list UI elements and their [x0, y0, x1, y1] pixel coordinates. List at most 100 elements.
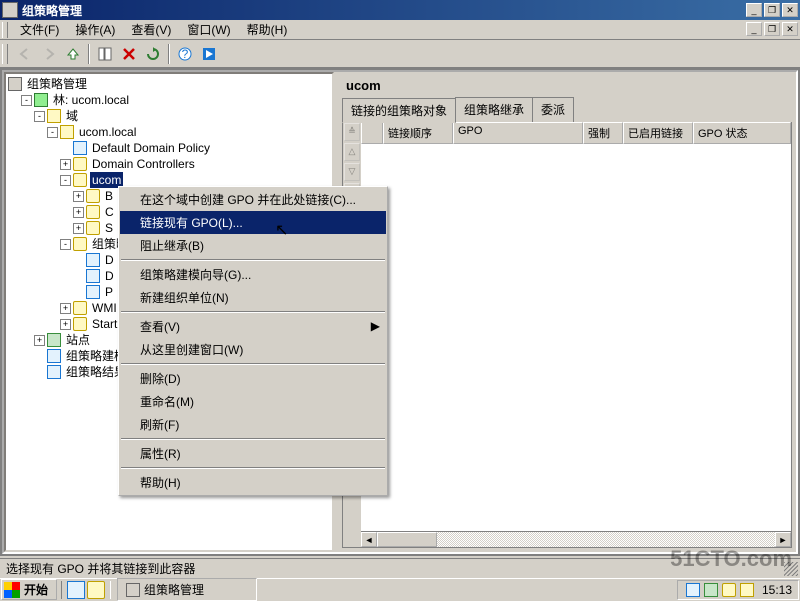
- back-button[interactable]: [14, 43, 36, 65]
- scroll-track[interactable]: [377, 532, 775, 547]
- menu-help[interactable]: 帮助(H): [239, 19, 296, 40]
- start-button[interactable]: 开始: [1, 579, 57, 600]
- tray-network-icon[interactable]: [704, 583, 718, 597]
- menu-separator: [121, 363, 385, 365]
- maximize-button[interactable]: ❐: [764, 3, 780, 17]
- task-gpmc[interactable]: 组策略管理: [117, 578, 257, 601]
- expand-icon[interactable]: +: [73, 191, 84, 202]
- minimize-button[interactable]: _: [746, 3, 762, 17]
- tree-d1[interactable]: D: [103, 252, 116, 268]
- tree-s[interactable]: S: [103, 220, 115, 236]
- tree-c[interactable]: C: [103, 204, 116, 220]
- mmc-icon: [8, 77, 22, 91]
- tray-ime-icon[interactable]: [740, 583, 754, 597]
- show-hide-button[interactable]: [94, 43, 116, 65]
- menu-window[interactable]: 窗口(W): [179, 19, 238, 40]
- scroll-left-button[interactable]: ◄: [361, 532, 377, 547]
- ql-ie-icon[interactable]: [67, 581, 85, 599]
- tree-p[interactable]: P: [103, 284, 115, 300]
- mdi-close-button[interactable]: ✕: [782, 22, 798, 36]
- toolbar: ?: [0, 40, 800, 68]
- col-order[interactable]: 链接顺序: [383, 122, 453, 144]
- col-enabled[interactable]: 已启用链接: [623, 122, 693, 144]
- expand-icon[interactable]: +: [73, 207, 84, 218]
- move-up-button[interactable]: △: [344, 143, 360, 161]
- tree-dc[interactable]: Domain Controllers: [90, 156, 197, 172]
- scroll-right-button[interactable]: ►: [775, 532, 791, 547]
- tree-forest[interactable]: 林: ucom.local: [51, 92, 131, 108]
- toolbar-handle[interactable]: [2, 44, 8, 64]
- expand-icon[interactable]: +: [60, 319, 71, 330]
- ctx-link-gpo[interactable]: 链接现有 GPO(L)...: [120, 211, 386, 234]
- tree-domain[interactable]: ucom.local: [77, 124, 138, 140]
- tree-domains[interactable]: 域: [64, 108, 80, 124]
- ctx-block-inheritance[interactable]: 阻止继承(B): [120, 234, 386, 257]
- col-gpo[interactable]: GPO: [453, 122, 583, 144]
- system-tray: 15:13: [677, 580, 799, 600]
- ctx-new-ou[interactable]: 新建组织单位(N): [120, 286, 386, 309]
- ctx-modeling-wizard[interactable]: 组策略建模向导(G)...: [120, 263, 386, 286]
- col-status[interactable]: GPO 状态: [693, 122, 791, 144]
- move-down-button[interactable]: ▽: [344, 163, 360, 181]
- clock[interactable]: 15:13: [762, 583, 792, 597]
- collapse-icon[interactable]: -: [21, 95, 32, 106]
- ctx-view-label: 查看(V): [140, 320, 180, 334]
- tree-b[interactable]: B: [103, 188, 115, 204]
- collapse-icon[interactable]: -: [60, 175, 71, 186]
- ctx-properties[interactable]: 属性(R): [120, 442, 386, 465]
- toolbar-separator: [88, 44, 90, 64]
- mdi-restore-button[interactable]: ❐: [764, 22, 780, 36]
- tray-volume-icon[interactable]: [722, 583, 736, 597]
- tray-security-icon[interactable]: [686, 583, 700, 597]
- ql-desktop-icon[interactable]: [87, 581, 105, 599]
- ctx-view[interactable]: 查看(V)▶: [120, 315, 386, 338]
- ctx-create-gpo[interactable]: 在这个域中创建 GPO 并在此处链接(C)...: [120, 188, 386, 211]
- ctx-new-window[interactable]: 从这里创建窗口(W): [120, 338, 386, 361]
- list-body[interactable]: [361, 144, 791, 531]
- tree-wmi[interactable]: WMI: [90, 300, 119, 316]
- col-enforce[interactable]: 强制: [583, 122, 623, 144]
- help-button[interactable]: ?: [174, 43, 196, 65]
- run-button[interactable]: [198, 43, 220, 65]
- menu-action[interactable]: 操作(A): [67, 19, 123, 40]
- expand-icon[interactable]: +: [60, 303, 71, 314]
- collapse-icon[interactable]: -: [34, 111, 45, 122]
- ctx-rename[interactable]: 重命名(M): [120, 390, 386, 413]
- expand-icon[interactable]: +: [73, 223, 84, 234]
- expand-icon[interactable]: +: [60, 159, 71, 170]
- horizontal-scrollbar[interactable]: ◄ ►: [361, 531, 791, 547]
- ctx-help[interactable]: 帮助(H): [120, 471, 386, 494]
- menu-bar: 文件(F) 操作(A) 查看(V) 窗口(W) 帮助(H) _ ❐ ✕: [0, 20, 800, 40]
- policy-icon: [86, 269, 100, 283]
- delete-button[interactable]: [118, 43, 140, 65]
- ctx-refresh[interactable]: 刷新(F): [120, 413, 386, 436]
- resize-grip[interactable]: [784, 562, 798, 576]
- collapse-icon[interactable]: -: [47, 127, 58, 138]
- menu-view[interactable]: 查看(V): [123, 19, 179, 40]
- mdi-minimize-button[interactable]: _: [746, 22, 762, 36]
- expand-icon[interactable]: +: [34, 335, 45, 346]
- scroll-thumb[interactable]: [377, 532, 437, 547]
- tab-delegation[interactable]: 委派: [532, 97, 574, 122]
- menu-file[interactable]: 文件(F): [12, 19, 67, 40]
- task-buttons: 组策略管理: [115, 578, 677, 601]
- tree-start[interactable]: Start: [90, 316, 119, 332]
- tab-inheritance[interactable]: 组策略继承: [455, 97, 533, 122]
- menu-separator: [121, 311, 385, 313]
- forward-button[interactable]: [38, 43, 60, 65]
- toolbar-separator: [168, 44, 170, 64]
- tree-root[interactable]: 组策略管理: [25, 76, 89, 92]
- status-bar: 选择现有 GPO 并将其链接到此容器: [0, 558, 800, 578]
- tree-sites[interactable]: 站点: [64, 332, 92, 348]
- up-button[interactable]: [62, 43, 84, 65]
- col-icon[interactable]: [361, 122, 383, 144]
- tab-linked-gpo[interactable]: 链接的组策略对象: [342, 98, 456, 123]
- menubar-handle[interactable]: [2, 22, 8, 38]
- close-button[interactable]: ✕: [782, 3, 798, 17]
- ctx-delete[interactable]: 删除(D): [120, 367, 386, 390]
- refresh-button[interactable]: [142, 43, 164, 65]
- move-top-button[interactable]: ≙: [344, 123, 360, 141]
- tree-ddp[interactable]: Default Domain Policy: [90, 140, 212, 156]
- collapse-icon[interactable]: -: [60, 239, 71, 250]
- tree-d2[interactable]: D: [103, 268, 116, 284]
